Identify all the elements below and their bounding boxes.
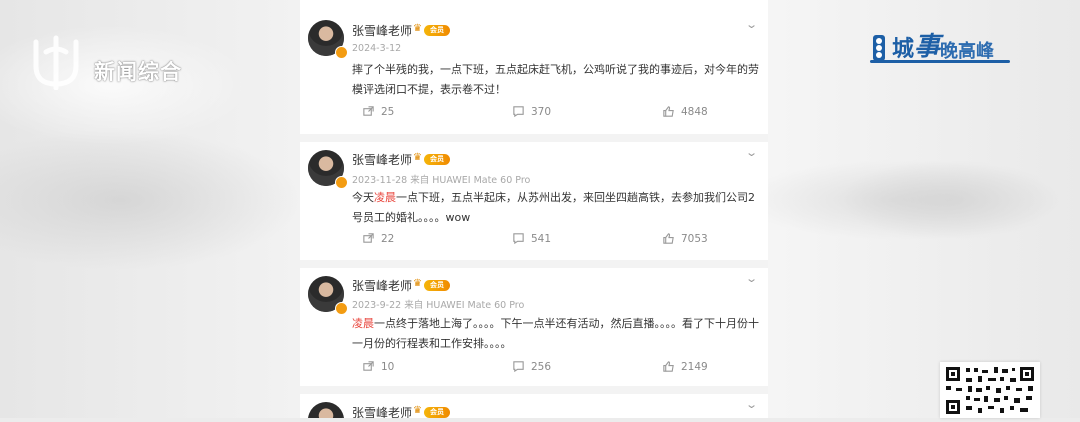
repost-icon [363, 106, 374, 116]
verified-badge-icon [335, 176, 348, 189]
post-text-before: 今天 [352, 191, 374, 204]
post-text-after: 一点下班，五点半起床，从苏州出发，来回坐四趟高铁，去参加我们公司2号员工的婚礼。… [352, 191, 755, 224]
post-card: 张雪峰老师 ♛ 会员 ⌄ 2023-9-22 来自 HUAWEI Mate 60… [300, 268, 768, 392]
repost-button[interactable]: 22 [362, 232, 394, 245]
post-actions: 22 541 7053 [300, 232, 768, 248]
like-button[interactable]: 7053 [662, 232, 708, 245]
chevron-down-icon[interactable]: ⌄ [745, 146, 758, 159]
chevron-down-icon[interactable]: ⌄ [745, 18, 758, 31]
channel-emblem-icon [33, 35, 79, 90]
crown-icon: ♛ [413, 278, 422, 289]
like-button[interactable]: 2149 [662, 360, 708, 373]
post-text-highlight: 凌晨 [352, 317, 374, 330]
comment-icon [513, 361, 524, 373]
post-text: 摔了个半残的我，一点下班，五点起床赶飞机，公鸡听说了我的事迹后，对今年的劳模评选… [352, 63, 759, 96]
post-text: 今天凌晨一点下班，五点半起床，从苏州出发，来回坐四趟高铁，去参加我们公司2号员工… [352, 188, 760, 228]
post-divider [300, 134, 768, 142]
post-divider [300, 260, 768, 268]
qr-code [940, 362, 1040, 418]
channel-name: 新闻综合 [94, 60, 182, 84]
post-actions: 10 256 2149 [300, 360, 768, 376]
traffic-light-icon [873, 35, 885, 61]
like-button[interactable]: 4848 [662, 105, 708, 118]
post-card: 张雪峰老师 ♛ 会员 ⌄ [300, 394, 768, 418]
verified-badge-icon [335, 46, 348, 59]
repost-icon [363, 361, 374, 371]
post-divider [300, 386, 768, 394]
weibo-feed: 张雪峰老师 ♛ 会员 ⌄ 2024-3-12 摔了个半残的我，一点下班，五点起床… [300, 0, 768, 418]
repost-button[interactable]: 10 [362, 360, 394, 373]
chevron-down-icon[interactable]: ⌄ [745, 272, 758, 285]
like-icon [663, 233, 674, 244]
comment-count: 541 [531, 232, 552, 245]
post-card: 张雪峰老师 ♛ 会员 ⌄ 2024-3-12 摔了个半残的我，一点下班，五点起床… [300, 0, 768, 140]
comment-icon [513, 106, 524, 118]
repost-button[interactable]: 25 [362, 105, 394, 118]
post-source: 来自 HUAWEI Mate 60 Pro [410, 175, 531, 186]
program-logo: 城 事 晚高峰 [868, 26, 994, 63]
post-text-highlight: 凌晨 [374, 191, 396, 204]
post-source: 来自 HUAWEI Mate 60 Pro [404, 300, 525, 311]
crown-icon: ♛ [413, 152, 422, 163]
program-underline [870, 60, 1010, 63]
comment-count: 256 [531, 360, 552, 373]
comment-button[interactable]: 370 [512, 105, 551, 118]
vip-badge: 会员 [424, 25, 450, 36]
post-date: 2024-3-12 [352, 43, 402, 54]
chevron-down-icon[interactable]: ⌄ [745, 398, 758, 411]
repost-count: 10 [381, 360, 395, 373]
program-title-part2: 事 [914, 32, 941, 62]
program-title-part1: 城 [892, 37, 915, 62]
username[interactable]: 张雪峰老师 [352, 151, 412, 168]
avatar[interactable] [308, 402, 344, 418]
like-count: 2149 [681, 360, 708, 373]
post-text-after: 一点终于落地上海了。。。。下午一点半还有活动，然后直播。。。。看了下十月份十一月… [352, 317, 759, 350]
like-count: 4848 [681, 105, 708, 118]
vip-badge: 会员 [424, 154, 450, 165]
comment-count: 370 [531, 105, 552, 118]
like-icon [663, 361, 674, 372]
comment-button[interactable]: 541 [512, 232, 551, 245]
crown-icon: ♛ [413, 23, 422, 34]
post-text: 凌晨一点终于落地上海了。。。。下午一点半还有活动，然后直播。。。。看了下十月份十… [352, 314, 760, 354]
comment-icon [513, 233, 524, 245]
post-date: 2023-11-28 [352, 175, 408, 186]
post-meta: 2023-9-22 来自 HUAWEI Mate 60 Pro [352, 297, 524, 311]
post-card: 张雪峰老师 ♛ 会员 ⌄ 2023-11-28 来自 HUAWEI Mate 6… [300, 142, 768, 266]
crown-icon: ♛ [413, 405, 422, 416]
channel-logo: 新闻综合 [28, 32, 182, 90]
verified-badge-icon [335, 302, 348, 315]
post-date: 2023-9-22 [352, 300, 402, 311]
qr-code-icon [940, 362, 1040, 418]
repost-count: 22 [381, 232, 395, 245]
post-actions: 25 370 4848 [300, 105, 768, 121]
repost-icon [363, 233, 374, 243]
vip-badge: 会员 [424, 280, 450, 291]
vip-badge: 会员 [424, 407, 450, 418]
comment-button[interactable]: 256 [512, 360, 551, 373]
username[interactable]: 张雪峰老师 [352, 404, 412, 418]
like-icon [663, 106, 674, 117]
username[interactable]: 张雪峰老师 [352, 277, 412, 294]
post-meta: 2023-11-28 来自 HUAWEI Mate 60 Pro [352, 172, 530, 186]
username[interactable]: 张雪峰老师 [352, 22, 412, 39]
like-count: 7053 [681, 232, 708, 245]
repost-count: 25 [381, 105, 395, 118]
